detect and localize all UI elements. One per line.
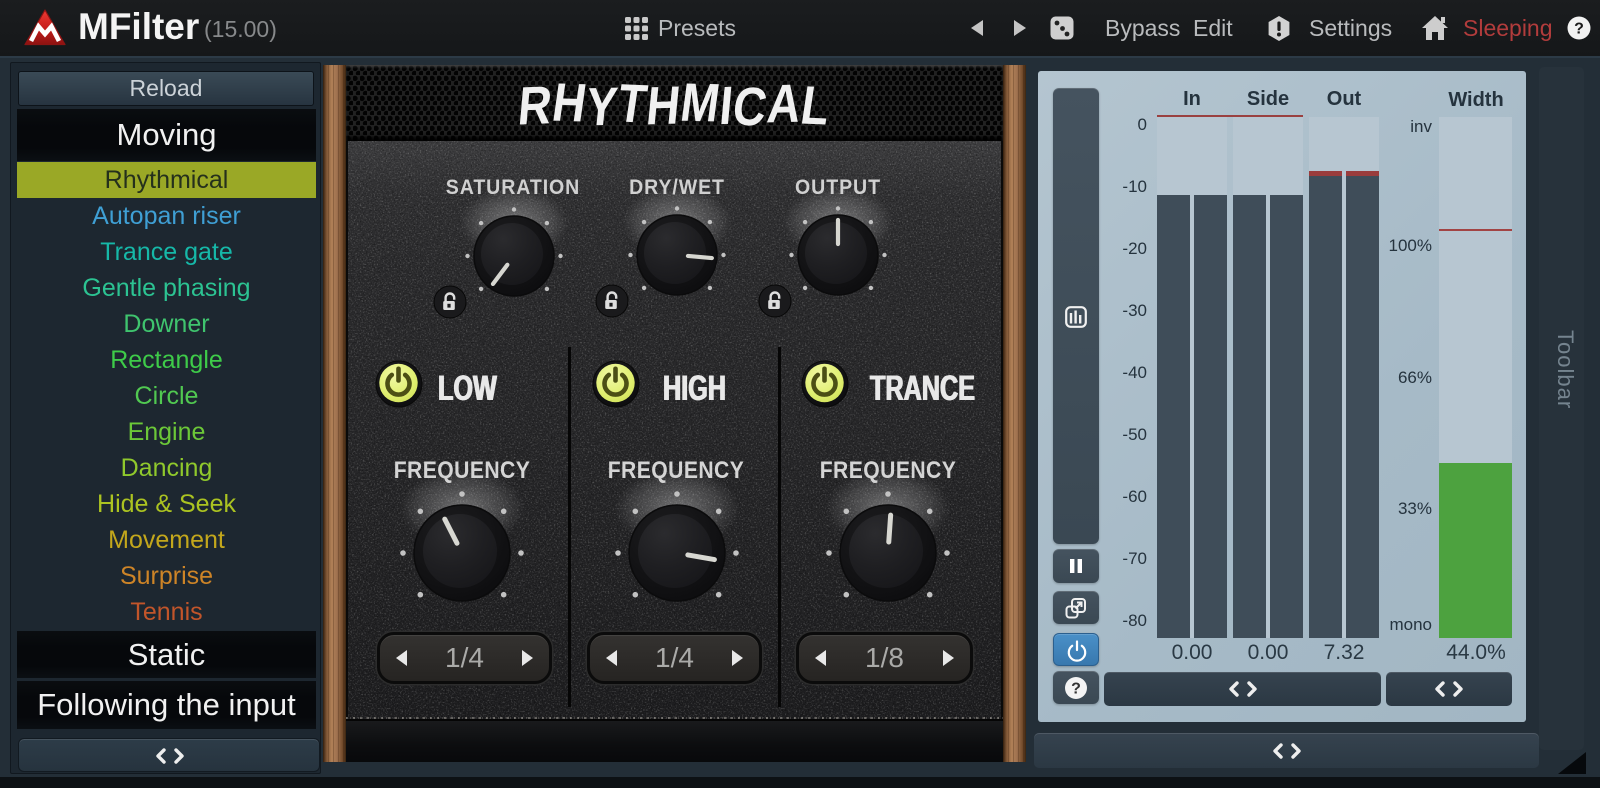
svg-text:?: ?: [1574, 21, 1584, 38]
svg-text:?: ?: [1071, 681, 1081, 698]
